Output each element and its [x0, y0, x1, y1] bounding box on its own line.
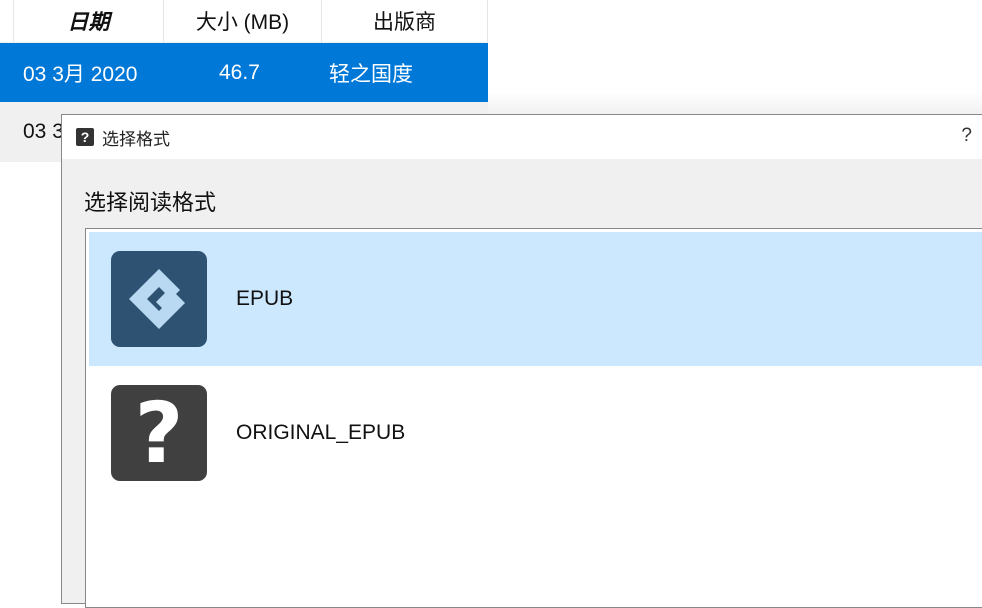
dialog-titlebar: ? 选择格式 ? — [62, 115, 982, 159]
format-item-epub[interactable]: EPUB — [89, 232, 982, 366]
table-row[interactable]: 03 3月 2020 46.7 轻之国度 — [0, 43, 488, 102]
header-size[interactable]: 大小 (MB) — [163, 0, 321, 42]
prompt-label: 选择阅读格式 — [84, 190, 217, 215]
cell-size: 46.7 — [219, 60, 260, 84]
help-button[interactable]: ? — [961, 125, 972, 147]
cell-date: 03 3月 2020 — [23, 62, 138, 86]
unknown-format-icon: ? — [111, 384, 207, 482]
table-header: 日期 大小 (MB) 出版商 — [0, 0, 488, 43]
choose-format-dialog: ? 选择格式 ? 选择阅读格式 EPUB ? ORIGINAL_EPUB — [61, 114, 982, 608]
format-label: ORIGINAL_EPUB — [236, 421, 406, 444]
format-label: EPUB — [236, 287, 294, 310]
format-list[interactable]: EPUB ? ORIGINAL_EPUB — [85, 228, 982, 608]
header-spacer — [0, 0, 13, 42]
dialog-title: 选择格式 — [102, 129, 170, 149]
background — [488, 0, 982, 115]
format-item-original-epub[interactable]: ? ORIGINAL_EPUB — [89, 366, 982, 500]
header-publisher[interactable]: 出版商 — [321, 0, 488, 42]
header-date[interactable]: 日期 — [13, 0, 163, 42]
question-icon: ? — [76, 128, 94, 146]
cell-date: 03 3 — [23, 120, 64, 143]
epub-icon — [111, 251, 207, 347]
cell-publisher: 轻之国度 — [329, 62, 413, 86]
